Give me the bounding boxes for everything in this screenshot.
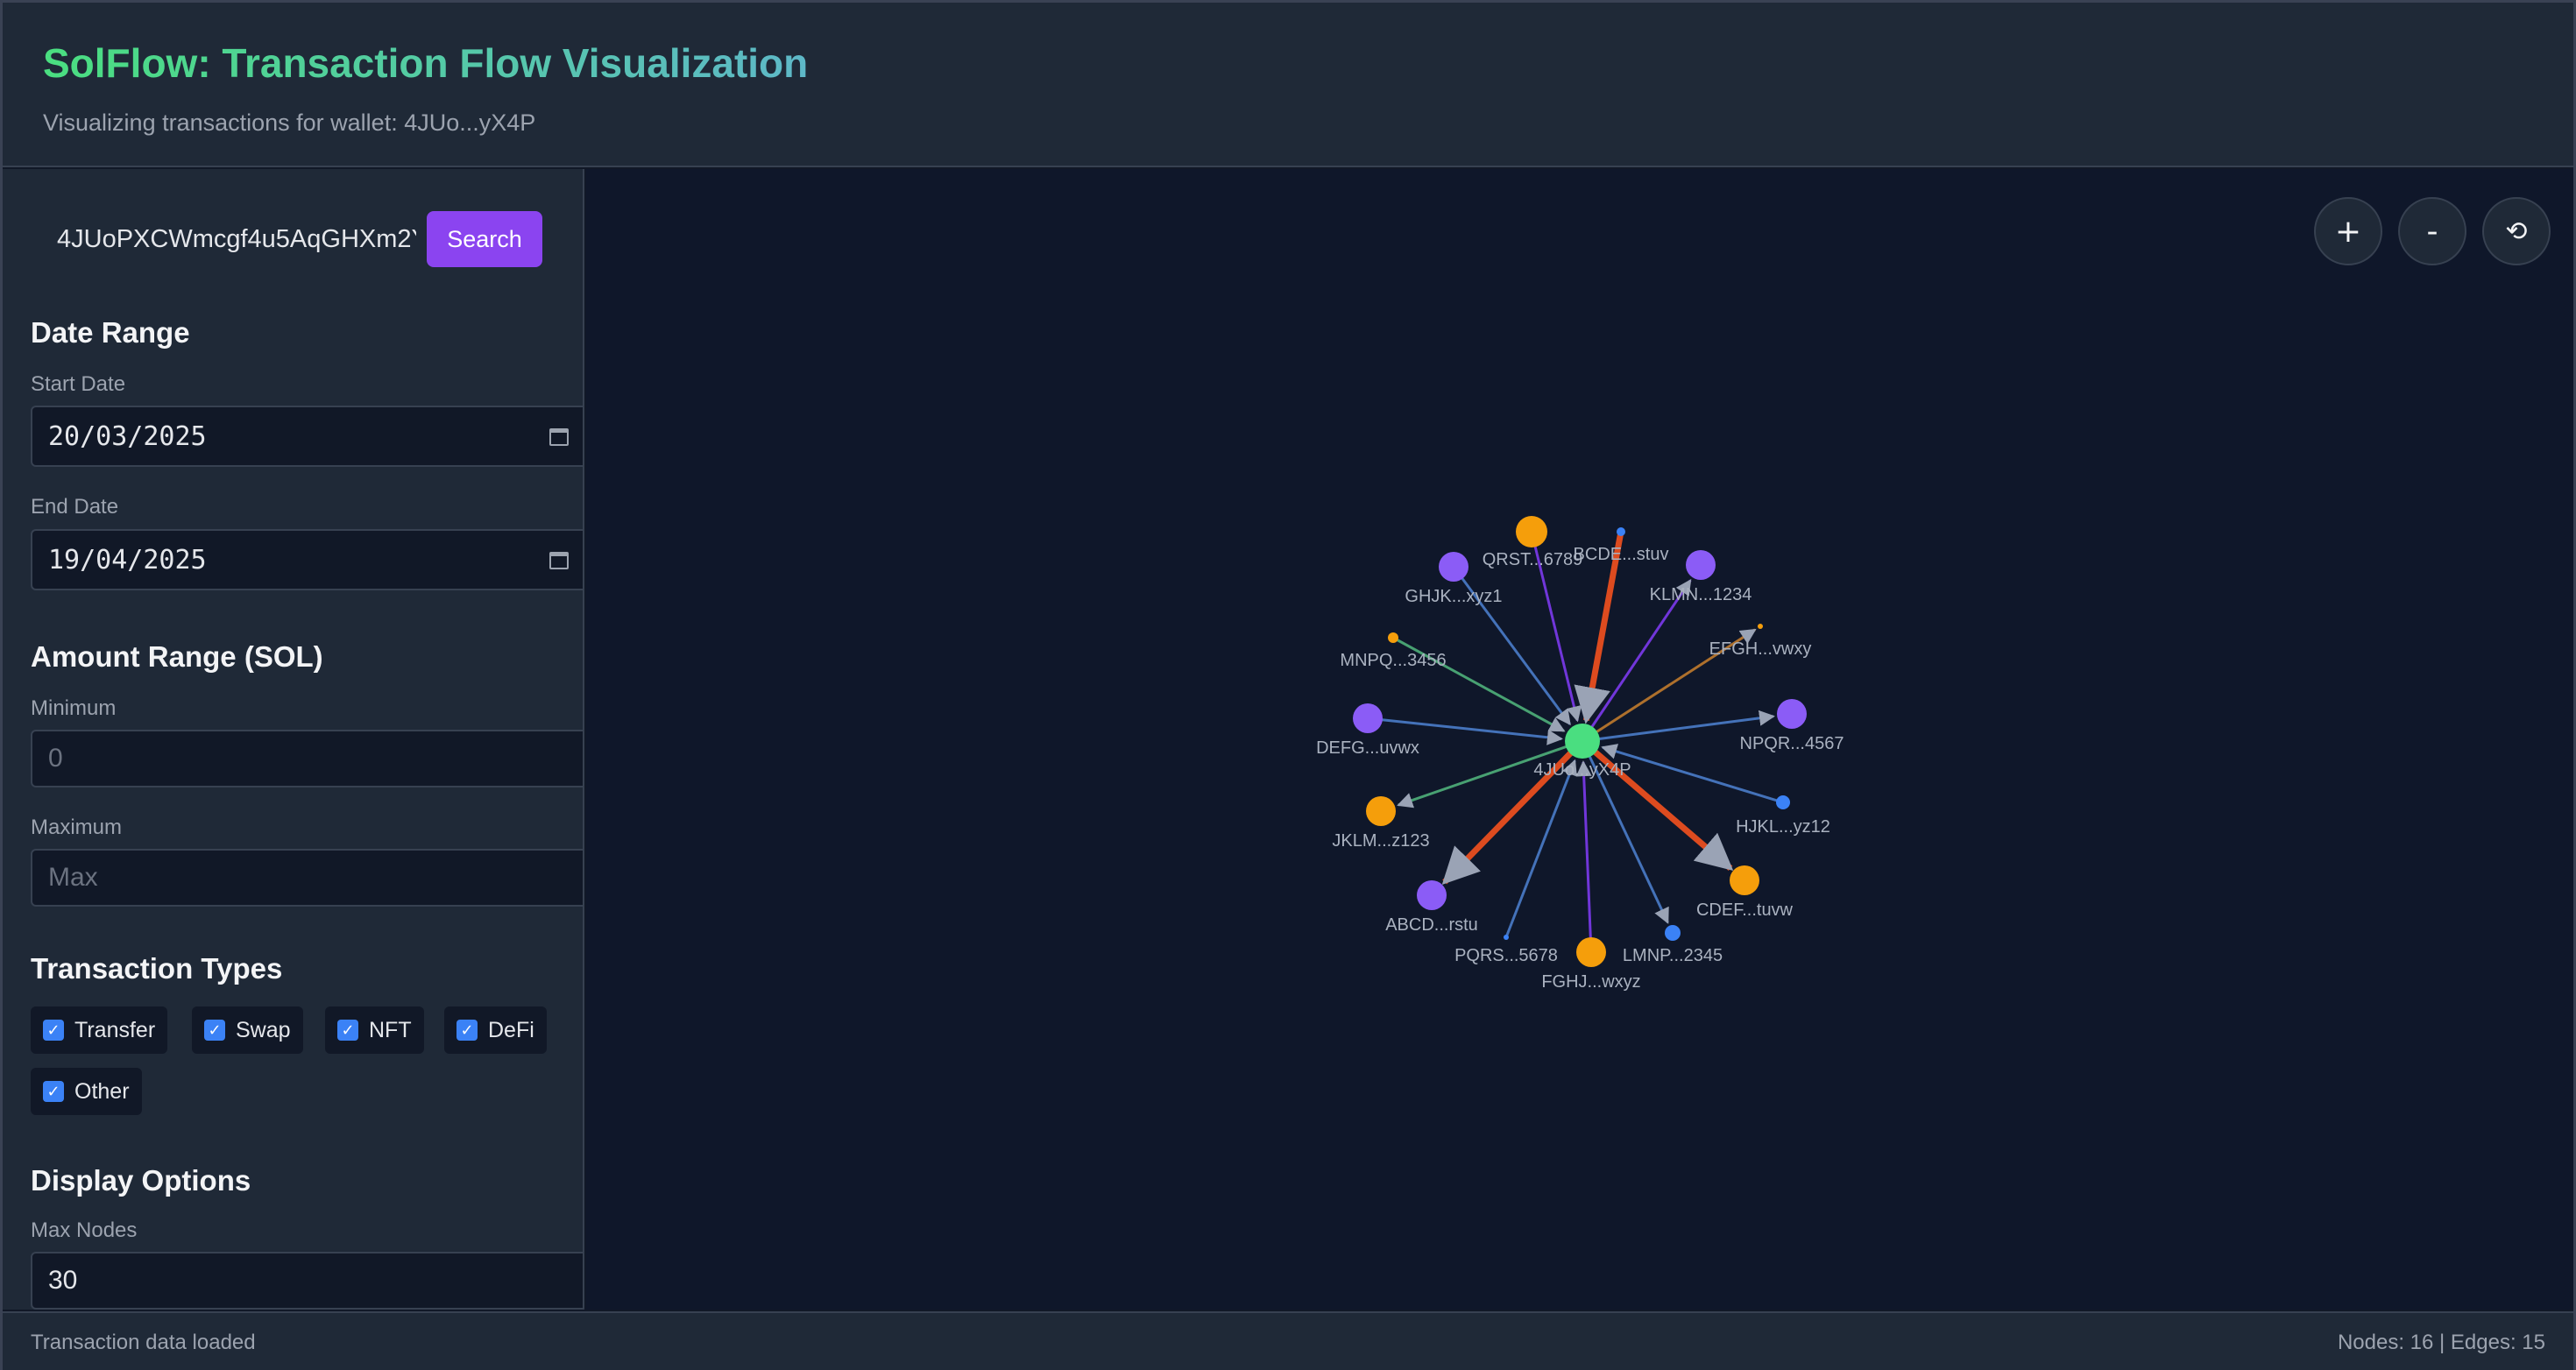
type-checkbox-other[interactable]: ✓ Other bbox=[31, 1068, 142, 1115]
page-subtitle: Visualizing transactions for wallet: 4JU… bbox=[43, 109, 536, 136]
graph-node[interactable] bbox=[1730, 865, 1759, 895]
minimum-label: Minimum bbox=[31, 696, 117, 720]
transaction-graph[interactable]: QRST...6789BCDE...stuv GHJK...xyz1 KLMN...… bbox=[586, 169, 2573, 1310]
start-date-label: Start Date bbox=[31, 372, 126, 396]
node-label: HJKL...yz12 bbox=[1736, 817, 1830, 837]
header: SolFlow: Transaction Flow Visualization … bbox=[3, 3, 2573, 167]
node-label: FGHJ...wxyz bbox=[1541, 972, 1640, 992]
type-label: DeFi bbox=[488, 1017, 534, 1042]
checkmark-icon[interactable]: ✓ bbox=[204, 1020, 225, 1041]
amount-range-title: Amount Range (SOL) bbox=[31, 640, 323, 673]
graph-node[interactable] bbox=[1388, 632, 1398, 643]
node-label: EFGH...vwxy bbox=[1709, 639, 1812, 659]
end-date-value: 19/04/2025 bbox=[48, 544, 207, 576]
graph-node[interactable] bbox=[1776, 795, 1790, 809]
graph-edge[interactable] bbox=[1367, 717, 1563, 745]
center-wallet-label: 4JUo...yX4P bbox=[1533, 760, 1631, 780]
node-label: PQRS...5678 bbox=[1454, 946, 1558, 965]
sidebar: Search Date Range Start Date 20/03/2025 … bbox=[3, 169, 584, 1310]
node-label: GHJK...xyz1 bbox=[1405, 587, 1502, 606]
graph-node[interactable] bbox=[1777, 699, 1807, 729]
type-checkbox-transfer[interactable]: ✓ Transfer bbox=[31, 1006, 168, 1054]
node-label: JKLM...z123 bbox=[1332, 831, 1429, 851]
app-window: SolFlow: Transaction Flow Visualization … bbox=[0, 0, 2576, 1370]
maximum-placeholder: Max bbox=[48, 863, 98, 892]
graph-node[interactable] bbox=[1758, 624, 1763, 629]
minimum-input[interactable]: 0 bbox=[31, 730, 583, 787]
node-label: DEFG...uvwx bbox=[1316, 738, 1419, 758]
display-options-title: Display Options bbox=[31, 1164, 251, 1197]
status-message: Transaction data loaded bbox=[31, 1331, 256, 1354]
maximum-label: Maximum bbox=[31, 816, 123, 839]
max-nodes-value: 30 bbox=[48, 1266, 78, 1295]
minimum-placeholder: 0 bbox=[48, 744, 63, 773]
wallet-search: Search bbox=[31, 211, 574, 267]
center-wallet-node[interactable] bbox=[1565, 724, 1600, 759]
graph-edge[interactable] bbox=[1575, 760, 1593, 953]
checkmark-icon[interactable]: ✓ bbox=[456, 1020, 478, 1041]
date-range-title: Date Range bbox=[31, 316, 190, 349]
end-date-input[interactable]: 19/04/2025 bbox=[31, 529, 583, 590]
checkmark-icon[interactable]: ✓ bbox=[43, 1020, 64, 1041]
type-checkbox-swap[interactable]: ✓ Swap bbox=[192, 1006, 303, 1054]
type-label: Swap bbox=[236, 1017, 291, 1042]
end-date-label: End Date bbox=[31, 495, 119, 519]
node-label: LMNP...2345 bbox=[1623, 946, 1723, 965]
node-label: ABCD...rstu bbox=[1385, 915, 1478, 935]
status-bar: Transaction data loaded Nodes: 16 | Edge… bbox=[3, 1311, 2573, 1370]
transaction-types-title: Transaction Types bbox=[31, 952, 283, 985]
graph-stats: Nodes: 16 | Edges: 15 bbox=[2337, 1331, 2545, 1354]
graph-node[interactable] bbox=[1439, 552, 1468, 582]
graph-canvas[interactable]: + - ⟲ QRST...6789 BCDE...stuv GHJK...xyz1 K… bbox=[586, 169, 2573, 1310]
search-button[interactable]: Search bbox=[427, 211, 542, 267]
graph-node[interactable] bbox=[1504, 935, 1509, 940]
graph-node[interactable] bbox=[1516, 516, 1547, 547]
start-date-input[interactable]: 20/03/2025 bbox=[31, 406, 583, 467]
calendar-icon[interactable] bbox=[549, 552, 569, 569]
graph-node[interactable] bbox=[1576, 937, 1606, 967]
page-title: SolFlow: Transaction Flow Visualization bbox=[43, 40, 809, 86]
graph-node[interactable] bbox=[1353, 703, 1383, 733]
wallet-search-input[interactable] bbox=[31, 211, 416, 267]
type-checkbox-defi[interactable]: ✓ DeFi bbox=[444, 1006, 547, 1054]
node-label: BCDE...stuv bbox=[1574, 545, 1669, 564]
node-label: MNPQ...3456 bbox=[1340, 651, 1446, 670]
graph-node[interactable] bbox=[1417, 880, 1447, 910]
max-nodes-label: Max Nodes bbox=[31, 1218, 138, 1242]
type-checkbox-nft[interactable]: ✓ NFT bbox=[325, 1006, 424, 1054]
graph-node[interactable] bbox=[1366, 796, 1396, 826]
type-label: Other bbox=[74, 1078, 130, 1104]
node-label: CDEF...tuvw bbox=[1696, 900, 1794, 920]
node-label: NPQR...4567 bbox=[1740, 734, 1844, 753]
type-label: Transfer bbox=[74, 1017, 156, 1042]
type-label: NFT bbox=[369, 1017, 412, 1042]
maximum-input[interactable]: Max bbox=[31, 849, 583, 907]
node-label: QRST...6789 bbox=[1483, 550, 1583, 569]
start-date-value: 20/03/2025 bbox=[48, 420, 207, 452]
node-label: KLMN...1234 bbox=[1650, 585, 1752, 604]
checkmark-icon[interactable]: ✓ bbox=[43, 1081, 64, 1102]
max-nodes-input[interactable]: 30 bbox=[31, 1252, 583, 1310]
checkmark-icon[interactable]: ✓ bbox=[337, 1020, 358, 1041]
calendar-icon[interactable] bbox=[549, 428, 569, 446]
graph-node[interactable] bbox=[1617, 527, 1625, 536]
graph-node[interactable] bbox=[1686, 550, 1716, 580]
graph-node[interactable] bbox=[1665, 925, 1681, 941]
